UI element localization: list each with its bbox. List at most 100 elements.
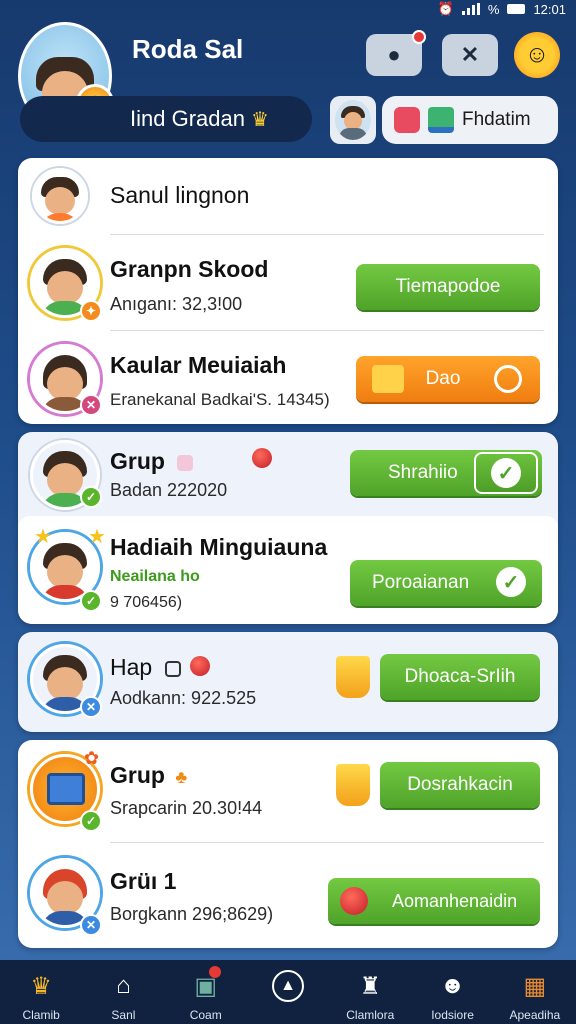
grade-pill[interactable]: Iind Gradan ♛ (20, 96, 312, 142)
list-item[interactable]: ✕ Hap Aodkann: 922.525 Dhoaca-SrIih (18, 632, 558, 732)
flower-icon: ✿ (84, 748, 100, 768)
row-subtitle: Anıganı: 32,3!00 (110, 294, 243, 314)
divider (110, 330, 544, 331)
friend-avatar (335, 100, 371, 140)
nav-item-clamib[interactable]: ♛ Clamib (0, 960, 82, 1024)
button-label: Shrahiio (388, 462, 458, 483)
chest-icon (372, 365, 404, 393)
badge-icon: ✓ (80, 590, 102, 612)
nav-item-clamlora[interactable]: ♜ Clamlora (329, 960, 411, 1024)
berry-icon (252, 448, 272, 468)
notification-dot-icon (412, 30, 426, 44)
nav-item-sanl[interactable]: ⌂ Sanl (82, 960, 164, 1024)
badge-icon: ✕ (80, 696, 102, 718)
row-title: Grüı 1 (110, 868, 177, 894)
list-item[interactable]: ✕ Grüı 1 Borgkann 296;8629) Aomanhenaidi… (18, 844, 558, 948)
leaf-check-icon: ✓ (496, 567, 526, 597)
card-3: ✕ Hap Aodkann: 922.525 Dhoaca-SrIih (18, 632, 558, 732)
nav-item-play[interactable]: ▲ (247, 960, 329, 1024)
action-button[interactable]: Dosrahkacin (380, 762, 540, 808)
treasure-icon: ▦ (523, 972, 547, 1000)
badge-icon: ✦ (80, 300, 102, 322)
action-button[interactable]: Dhoaca-SrIih (380, 654, 540, 700)
notifications-button[interactable]: ● (366, 30, 426, 76)
row-subtitle: Badan 222020 (110, 480, 228, 500)
shop-pill-button[interactable]: Fhdatim (382, 96, 558, 144)
action-button[interactable]: Poroaianan ✓ (350, 560, 542, 606)
package-icon (428, 107, 454, 133)
home-icon: ⌂ (116, 972, 131, 999)
card-icon (164, 660, 181, 677)
shop-pill-label: Fhdatim (462, 109, 531, 130)
profile-icon: ☻ (439, 972, 466, 999)
button-label: Dhoaca-SrIih (404, 666, 516, 687)
list-item[interactable]: Sanul lingnon (18, 158, 558, 234)
row-subtitle: Borgkann 296;8629) (110, 904, 274, 924)
play-icon: ▲ (271, 970, 304, 1002)
row-subtitle: Eranekanal Badkai'S. 14345) (110, 390, 330, 409)
action-button[interactable]: Aomanhenaidin (328, 878, 540, 924)
divider (110, 234, 544, 235)
bottom-nav: ♛ Clamib ⌂ Sanl ▣ Coam ▲ ♜ Clamlora ☻ Io… (0, 960, 576, 1024)
list-item[interactable]: ✓ Grup Badan 222020 Shrahiio ✓ (18, 432, 558, 516)
action-button[interactable]: Shrahiio ✓ (350, 450, 542, 496)
nav-item-apeadiha[interactable]: ▦ Apeadiha (494, 960, 576, 1024)
close-button[interactable]: ✕ (442, 34, 498, 76)
berry-icon (190, 656, 210, 676)
signal-icon (461, 3, 480, 15)
list-item[interactable]: ✿ ✓ Grup ♣ Srapcarin 20.30!44 Dosrahkaci… (18, 740, 558, 840)
button-label: Aomanhenaidin (392, 890, 518, 911)
button-label: Dao (425, 368, 461, 389)
row-title: Hadiaih Minguiauna (110, 534, 328, 560)
action-button[interactable]: Dao (356, 356, 540, 402)
fruit-icon: ♣ (175, 767, 188, 787)
trophy-cup-icon (336, 656, 370, 698)
row-subtitle: Aodkann: 922.525 (110, 688, 257, 708)
nav-item-iodsiore[interactable]: ☻ Iodsiore (411, 960, 493, 1024)
card-2: ✓ Grup Badan 222020 Shrahiio ✓ ★ ★ ✓ Had… (18, 432, 558, 624)
check-icon: ✓ (474, 452, 538, 494)
row-title: Grup (110, 448, 194, 475)
apple-icon (340, 887, 368, 915)
friend-avatar-button[interactable] (330, 96, 376, 144)
row-title: Sanul lingnon (110, 182, 250, 208)
username: Roda Sal (132, 34, 244, 64)
divider (110, 842, 544, 843)
timer-icon (494, 365, 522, 393)
row-subtitle-top: Neailana ho (110, 568, 200, 585)
status-bar: ⏰ % 12:01 (0, 0, 576, 18)
battery-percent: % (487, 1, 500, 17)
nav-item-coam[interactable]: ▣ Coam (165, 960, 247, 1024)
badge-icon: ✓ (80, 810, 102, 832)
trophy-cup-icon (336, 764, 370, 806)
card-1: Sanul lingnon ✦ Granpn Skood Anıganı: 32… (18, 158, 558, 424)
clock: 12:01 (533, 1, 566, 17)
crown-icon: ♛ (250, 108, 269, 131)
action-button[interactable]: Tiemapodoe (356, 264, 540, 310)
row-subtitle: 9 706456) (110, 594, 183, 611)
battery-icon (507, 4, 526, 14)
star-icon: ★ (34, 526, 52, 548)
bell-icon: ● (387, 42, 401, 67)
castle-icon: ♜ (359, 972, 382, 1000)
row-title: Hap (110, 654, 181, 681)
list-item[interactable]: ★ ★ ✓ Hadiaih Minguiauna Neailana ho 9 7… (18, 516, 558, 624)
gift-icon (394, 107, 420, 133)
list-item[interactable]: ✕ Kaular Meuiaiah Eranekanal Badkai'S. 1… (18, 332, 558, 424)
button-label: Dosrahkacin (407, 774, 513, 795)
button-label: Poroaianan (372, 572, 470, 593)
button-label: Tiemapodoe (395, 276, 501, 297)
rewards-sun-icon[interactable]: ☺ (514, 32, 560, 78)
notification-dot-icon (208, 966, 221, 978)
badge-icon: ✕ (80, 394, 102, 416)
grade-label: Iind Gradan (130, 106, 245, 131)
avatar (32, 168, 88, 224)
trophy-icon: ♛ (30, 972, 52, 1000)
card-icon (177, 454, 194, 471)
badge-icon: ✕ (80, 914, 102, 936)
card-4: ✿ ✓ Grup ♣ Srapcarin 20.30!44 Dosrahkaci… (18, 740, 558, 948)
list-item[interactable]: ✦ Granpn Skood Anıganı: 32,3!00 Tiemapod… (18, 236, 558, 330)
star-icon: ★ (88, 526, 106, 548)
badge-icon: ✓ (80, 486, 102, 508)
row-title: Kaular Meuiaiah (110, 352, 287, 378)
